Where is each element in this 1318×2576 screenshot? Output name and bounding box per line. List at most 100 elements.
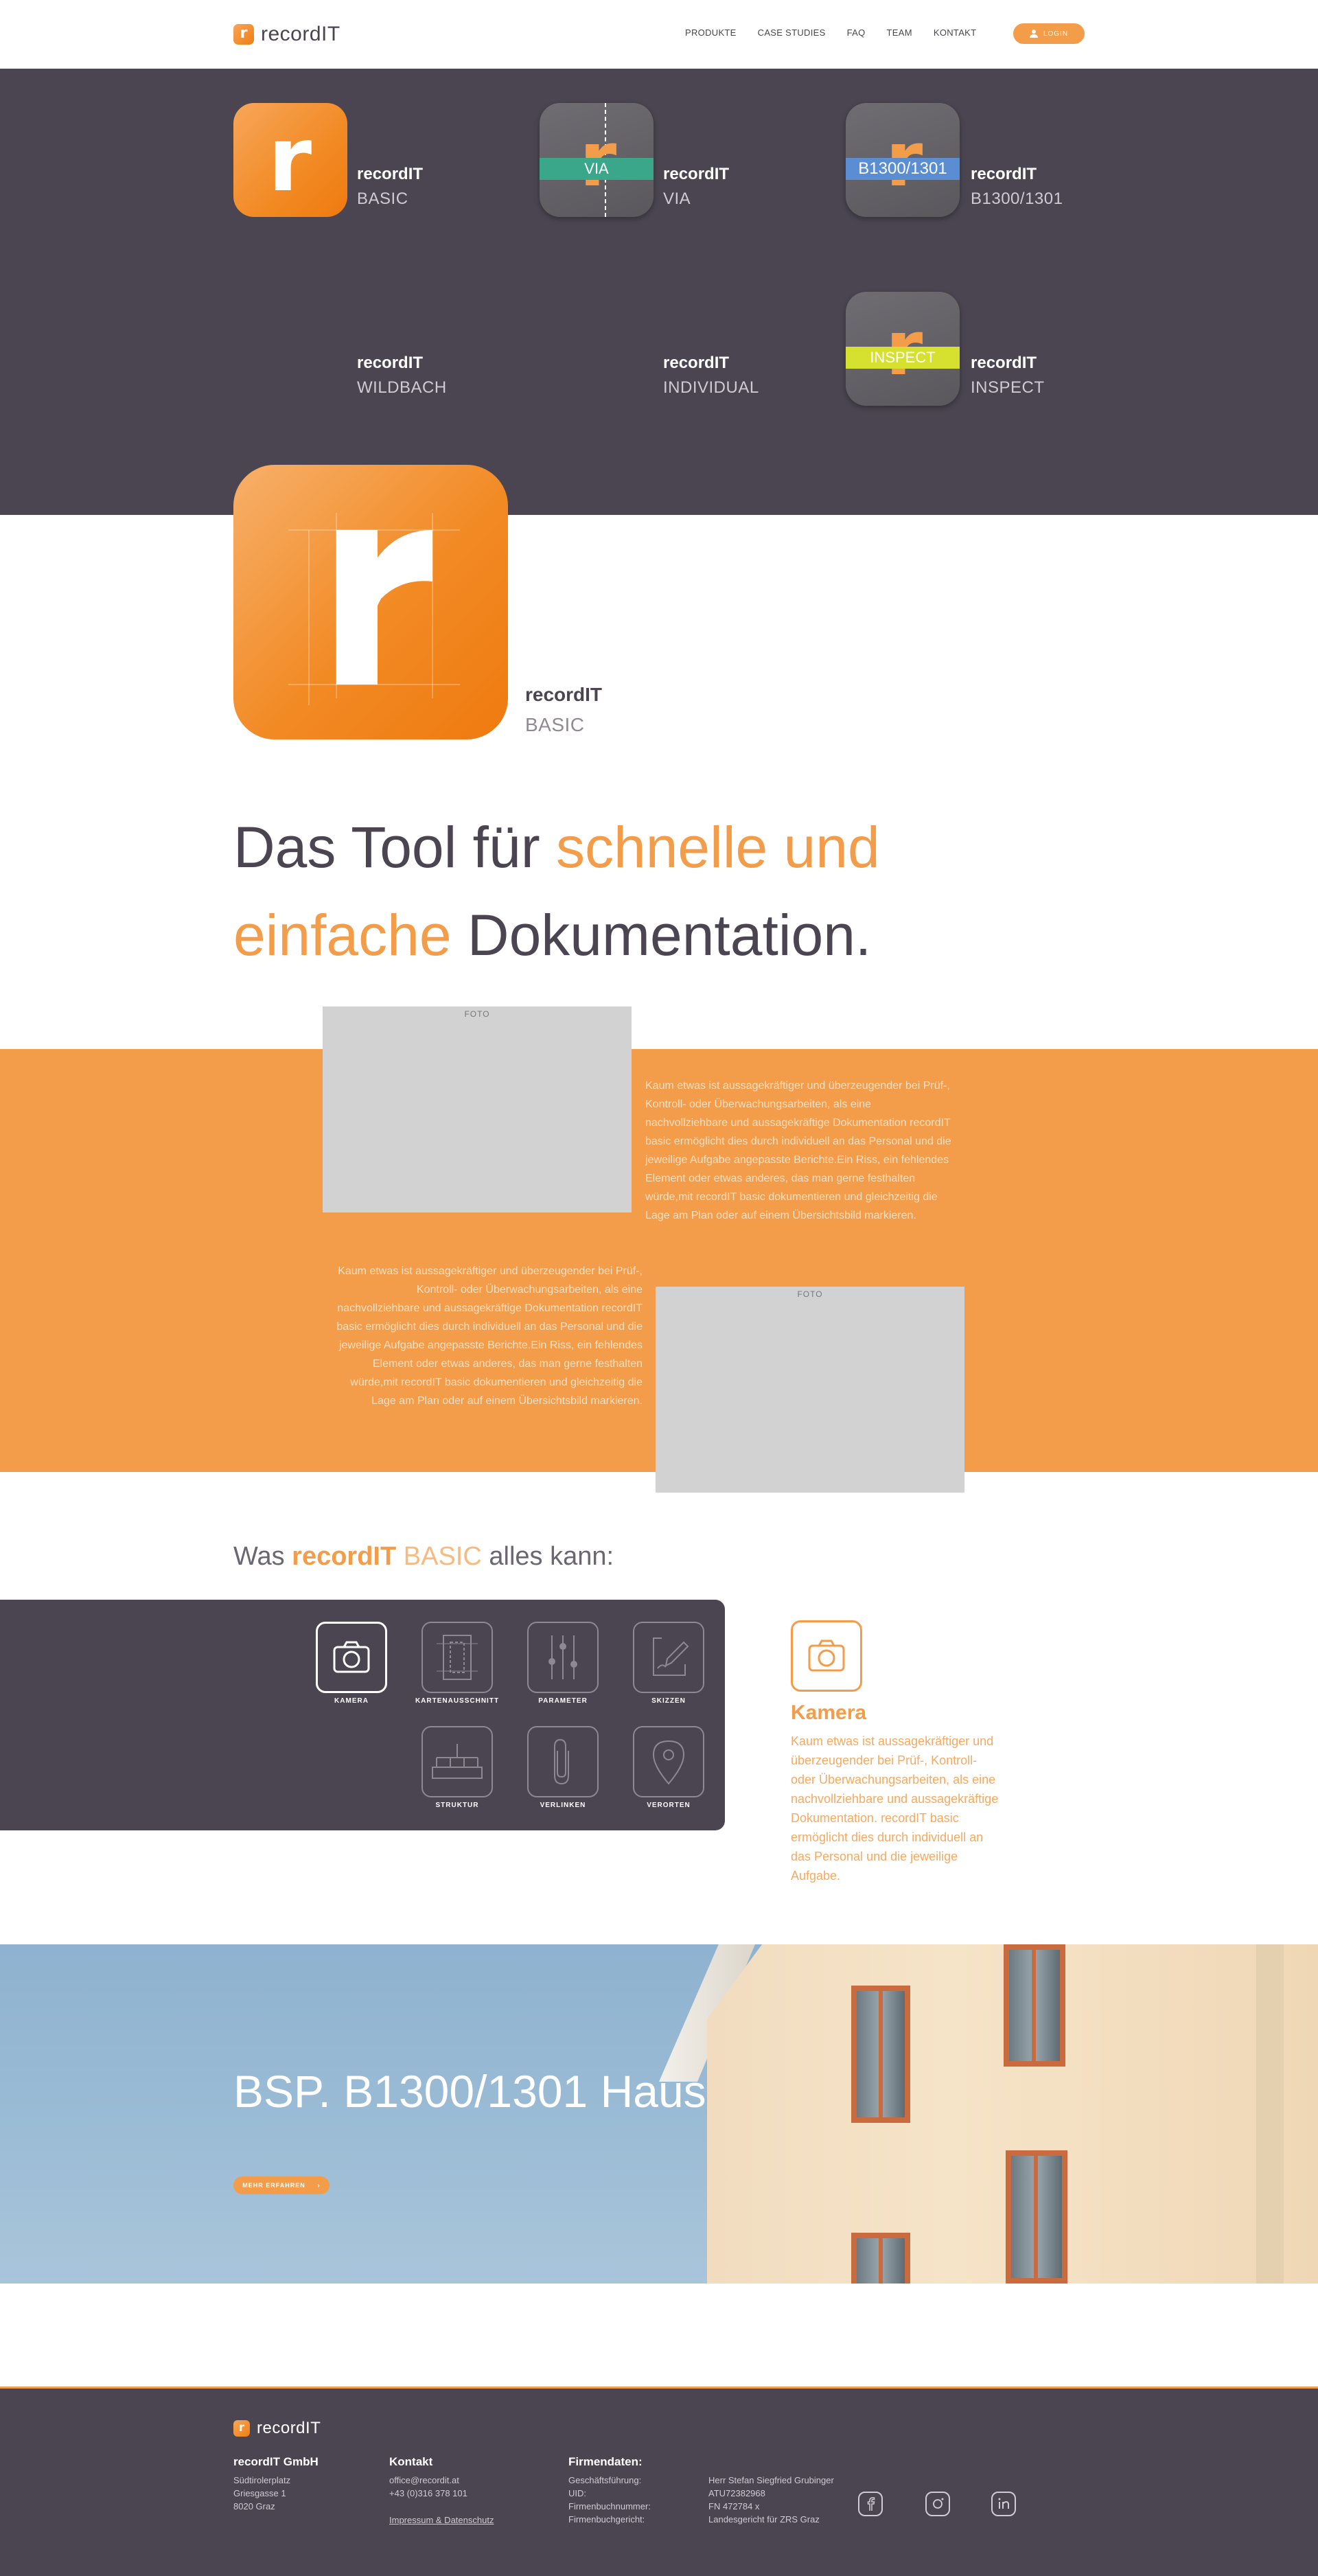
contact-block: office@recordit.at +43 (0)316 378 101: [389, 2474, 467, 2500]
product-inspect-icon[interactable]: r INSPECT: [846, 292, 960, 406]
feature-verlinken-tile[interactable]: [527, 1726, 599, 1797]
feature-detail-text: Kaum etwas ist aussagekräftiger und über…: [791, 1734, 999, 1883]
instagram-glyph: [933, 2498, 944, 2509]
window-image: [1006, 2150, 1067, 2284]
product-sub: WILDBACH: [357, 378, 447, 397]
product-via-icon[interactable]: r VIA: [540, 103, 654, 217]
heading-brand: recordIT: [292, 1542, 397, 1571]
firm-value: FN 472784 x: [708, 2501, 760, 2511]
info-paragraph: Kaum etwas ist aussagekräftiger und über…: [645, 1080, 951, 1221]
feature-label: VERORTEN: [647, 1802, 691, 1809]
footer-logo[interactable]: r recordIT: [233, 2419, 321, 2438]
feature-label: STRUKTUR: [435, 1802, 479, 1809]
basic-hero-icon: [233, 465, 508, 739]
window-image: [1004, 1944, 1065, 2067]
company-address: Südtirolerplatz Griesgasse 1 8020 Graz: [233, 2474, 290, 2513]
feature-label: VERLINKEN: [540, 1802, 586, 1809]
site-footer: r recordIT recordIT GmbH Südtirolerplatz…: [0, 2387, 1318, 2576]
heading-part: Was: [233, 1542, 292, 1571]
company-heading: recordIT GmbH: [233, 2455, 319, 2468]
product-b1300-icon[interactable]: r B1300/1301: [846, 103, 960, 217]
camera-icon: [808, 1640, 845, 1672]
site-logo[interactable]: r recordIT: [233, 23, 340, 46]
feature-label: KARTENAUSSCHNITT: [415, 1697, 500, 1705]
features-heading: Was recordIT BASIC alles kann:: [233, 1542, 614, 1572]
nav-kontakt[interactable]: KONTAKT: [934, 27, 977, 38]
feature-label: SKIZZEN: [651, 1697, 686, 1705]
contact-email[interactable]: office@recordit.at: [389, 2474, 467, 2487]
login-label: LOGIN: [1043, 30, 1069, 38]
product-basic-icon[interactable]: r: [233, 103, 347, 217]
photo-placeholder: FOTO: [656, 1287, 964, 1493]
hero-product-sub: BASIC: [525, 714, 585, 735]
feature-kartenausschnitt-tile[interactable]: [421, 1622, 493, 1693]
logo-text: recordIT: [257, 2419, 321, 2437]
hero-headline: Das Tool für schnelle und einfache Dokum…: [233, 803, 988, 979]
product-title[interactable]: recordIT: [357, 354, 423, 373]
structure-tree-icon: [432, 1744, 483, 1779]
product-band: r recordIT BASIC r VIA recordIT VIA r B1…: [0, 69, 1318, 515]
logo-text: recordIT: [261, 23, 340, 45]
map-section-icon: [437, 1635, 478, 1680]
sliders-icon: [548, 1635, 577, 1679]
feature-skizzen-tile[interactable]: [633, 1622, 704, 1693]
product-sub: INDIVIDUAL: [663, 378, 759, 397]
sketch-pencil-icon: [653, 1637, 689, 1676]
impressum-link[interactable]: Impressum & Datenschutz: [389, 2514, 494, 2527]
product-title: recordIT: [357, 165, 424, 183]
r-letter-icon: r: [268, 107, 312, 211]
instagram-icon[interactable]: [925, 2492, 950, 2516]
feature-label: KAMERA: [334, 1697, 369, 1705]
nav-case-studies[interactable]: CASE STUDIES: [758, 27, 826, 38]
facebook-glyph: [867, 2497, 875, 2511]
window-image: [851, 2233, 910, 2284]
firm-label: UID:: [568, 2488, 586, 2498]
nav-team[interactable]: TEAM: [887, 27, 912, 38]
feature-verorten-tile[interactable]: [633, 1726, 704, 1797]
info-paragraph: Kaum etwas ist aussagekräftiger und über…: [336, 1265, 643, 1407]
logo-mark-icon: r: [233, 24, 254, 45]
b1300-badge: B1300/1301: [846, 158, 960, 180]
heading-light: BASIC: [396, 1542, 482, 1571]
feature-struktur-tile[interactable]: [421, 1726, 493, 1797]
product-sub: BASIC: [357, 189, 408, 208]
feature-parameter-tile[interactable]: [527, 1622, 599, 1693]
via-badge: VIA: [540, 158, 654, 180]
product-sub: VIA: [663, 189, 691, 208]
nav-produkte[interactable]: PRODUKTE: [685, 27, 737, 38]
product-title[interactable]: recordIT: [663, 354, 729, 373]
firm-value: Landesgericht für ZRS Graz: [708, 2514, 820, 2525]
linkedin-icon[interactable]: [991, 2492, 1016, 2516]
linkedin-glyph: [998, 2498, 1009, 2509]
facebook-icon[interactable]: [858, 2492, 883, 2516]
product-title: recordIT: [971, 165, 1037, 183]
contact-phone[interactable]: +43 (0)316 378 101: [389, 2487, 467, 2500]
feature-detail-title: Kamera: [791, 1701, 867, 1724]
product-sub: INSPECT: [971, 378, 1045, 397]
headline-part: Das Tool für: [233, 815, 556, 879]
paperclip-icon: [554, 1738, 569, 1785]
feature-kamera-tile[interactable]: [316, 1622, 387, 1693]
camera-icon: [333, 1641, 370, 1673]
main-nav: PRODUKTE CASE STUDIES FAQ TEAM KONTAKT: [685, 27, 997, 38]
kamera-detail-icon: [791, 1620, 862, 1692]
banner-title: BSP. B1300/1301 Haus: [233, 2066, 706, 2117]
feature-label: PARAMETER: [538, 1697, 588, 1705]
firm-label: Geschäftsführung:: [568, 2475, 642, 2485]
inspect-badge: INSPECT: [846, 347, 960, 369]
firm-value: ATU72382968: [708, 2488, 765, 2498]
user-icon: [1029, 30, 1038, 38]
address-line: 8020 Graz: [233, 2501, 275, 2511]
pillar-image: [1256, 1944, 1284, 2284]
login-button[interactable]: LOGIN: [1013, 23, 1085, 44]
site-header: r recordIT PRODUKTE CASE STUDIES FAQ TEA…: [0, 0, 1318, 69]
more-button[interactable]: MEHR ERFAHREN ›: [233, 2176, 330, 2194]
nav-faq[interactable]: FAQ: [847, 27, 866, 38]
address-line: Südtirolerplatz: [233, 2475, 291, 2485]
firm-labels: Geschäftsführung: UID: Firmenbuchnummer:…: [568, 2474, 651, 2526]
chevron-right-icon: ›: [317, 2182, 321, 2189]
firm-value: Herr Stefan Siegfried Grubinger: [708, 2475, 834, 2485]
hero-product-title: recordIT: [525, 684, 603, 705]
heading-part: alles kann:: [481, 1542, 614, 1571]
contact-heading: Kontakt: [389, 2455, 433, 2468]
